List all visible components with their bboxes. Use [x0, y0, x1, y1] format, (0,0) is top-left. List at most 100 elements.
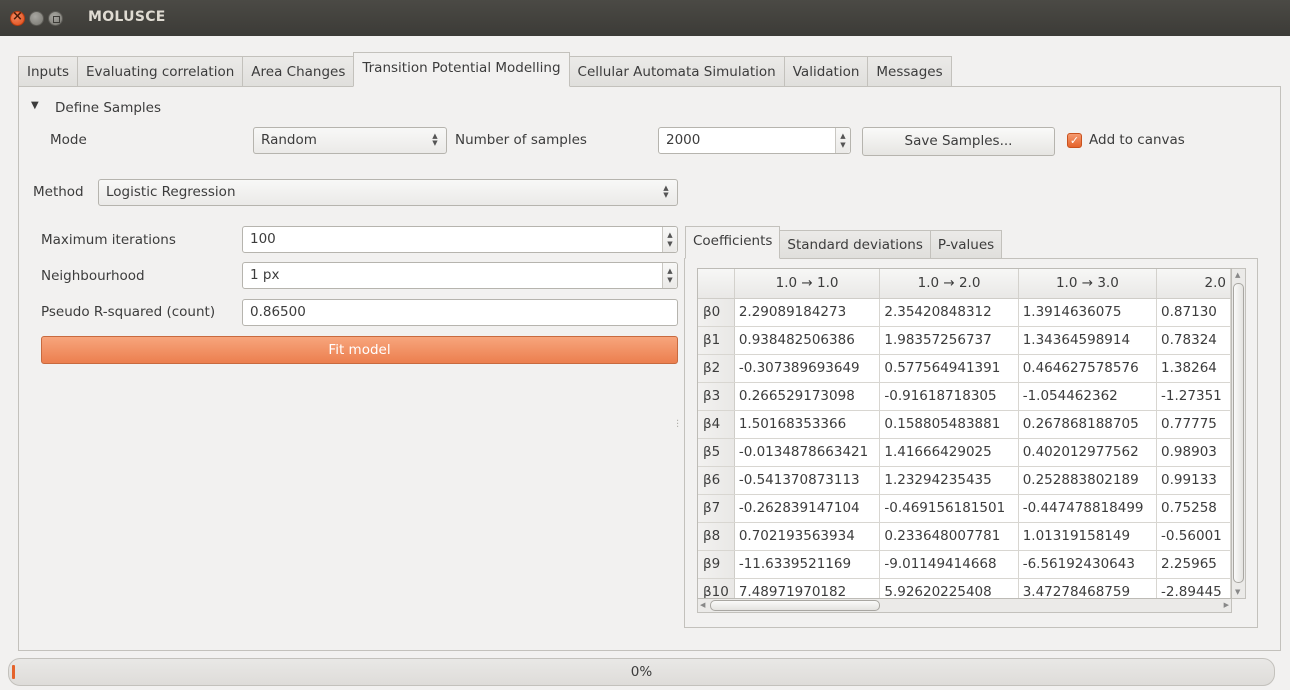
vertical-scroll-thumb[interactable] — [1233, 283, 1244, 583]
table-cell[interactable]: 2.35420848312 — [879, 298, 1019, 327]
table-cell[interactable]: 2.25965 — [1156, 550, 1231, 579]
tab-coefficients[interactable]: Coefficients — [685, 226, 781, 259]
table-row: β0 2.29089184273 2.35420848312 1.3914636… — [698, 298, 1231, 327]
table-cell[interactable]: 0.267868188705 — [1018, 410, 1158, 439]
pseudo-r-squared-field[interactable]: 0.86500 — [242, 299, 678, 326]
row-header[interactable]: β9 — [698, 550, 735, 579]
table-cell[interactable]: 0.78324 — [1156, 326, 1231, 355]
vertical-scrollbar[interactable]: ▲ ▼ — [1232, 268, 1246, 599]
number-of-samples-spinbox[interactable]: 2000 ▲ ▼ — [658, 127, 851, 154]
table-cell[interactable]: 0.77775 — [1156, 410, 1231, 439]
table-cell[interactable]: 0.99133 — [1156, 466, 1231, 495]
table-cell[interactable]: -0.56001 — [1156, 522, 1231, 551]
table-cell[interactable]: 0.98903 — [1156, 438, 1231, 467]
max-iterations-spinbox[interactable]: 100 ▲ ▼ — [242, 226, 678, 253]
table-cell[interactable]: 3.47278468759 — [1018, 578, 1158, 598]
table-cell[interactable]: -2.89445 — [1156, 578, 1231, 598]
table-cell[interactable]: 1.41666429025 — [879, 438, 1019, 467]
table-cell[interactable]: -0.307389693649 — [734, 354, 881, 383]
row-header[interactable]: β3 — [698, 382, 735, 411]
table-cell[interactable]: 1.38264 — [1156, 354, 1231, 383]
corner-header[interactable] — [698, 269, 735, 299]
table-cell[interactable]: -0.447478818499 — [1018, 494, 1158, 523]
row-header[interactable]: β6 — [698, 466, 735, 495]
scroll-down-icon[interactable]: ▼ — [1235, 588, 1240, 596]
row-header[interactable]: β2 — [698, 354, 735, 383]
table-cell[interactable]: 0.464627578576 — [1018, 354, 1158, 383]
table-cell[interactable]: -0.91618718305 — [879, 382, 1019, 411]
tab-evaluating-correlation[interactable]: Evaluating correlation — [77, 56, 243, 87]
table-cell[interactable]: 0.577564941391 — [879, 354, 1019, 383]
table-cell[interactable]: 5.92620225408 — [879, 578, 1019, 598]
column-header[interactable]: 1.0 → 1.0 — [734, 269, 881, 299]
table-cell[interactable]: 2.29089184273 — [734, 298, 881, 327]
table-cell[interactable]: -1.054462362 — [1018, 382, 1158, 411]
row-header[interactable]: β5 — [698, 438, 735, 467]
tab-validation[interactable]: Validation — [783, 56, 868, 87]
table-cell[interactable]: -1.27351 — [1156, 382, 1231, 411]
table-cell[interactable]: -6.56192430643 — [1018, 550, 1158, 579]
result-tab-bar: Coefficients Standard deviations P-value… — [685, 226, 1003, 259]
row-header[interactable]: β7 — [698, 494, 735, 523]
table-cell[interactable]: -0.469156181501 — [879, 494, 1019, 523]
row-header[interactable]: β10 — [698, 578, 735, 598]
collapse-triangle-icon[interactable]: ▼ — [31, 100, 39, 111]
scroll-right-icon[interactable]: ▶ — [1224, 601, 1229, 609]
table-cell[interactable]: -11.6339521169 — [734, 550, 881, 579]
define-samples-header[interactable]: Define Samples — [55, 100, 161, 116]
tab-inputs[interactable]: Inputs — [18, 56, 77, 87]
tab-messages[interactable]: Messages — [867, 56, 952, 87]
scroll-up-icon[interactable]: ▲ — [1235, 271, 1240, 279]
row-header[interactable]: β0 — [698, 298, 735, 327]
table-cell[interactable]: 1.50168353366 — [734, 410, 881, 439]
table-cell[interactable]: 1.01319158149 — [1018, 522, 1158, 551]
table-cell[interactable]: 0.158805483881 — [879, 410, 1019, 439]
method-select[interactable]: Logistic Regression ▲ ▼ — [98, 179, 678, 206]
spin-arrows-icon[interactable]: ▲ ▼ — [662, 227, 677, 252]
spin-arrows-icon[interactable]: ▲ ▼ — [835, 128, 850, 153]
table-cell[interactable]: 1.98357256737 — [879, 326, 1019, 355]
table-cell[interactable]: -9.01149414668 — [879, 550, 1019, 579]
tab-area-changes[interactable]: Area Changes — [242, 56, 354, 87]
table-cell[interactable]: 0.252883802189 — [1018, 466, 1158, 495]
table-cell[interactable]: 1.3914636075 — [1018, 298, 1158, 327]
horizontal-scrollbar[interactable]: ◀ ▶ — [697, 599, 1232, 613]
table-cell[interactable]: 0.266529173098 — [734, 382, 881, 411]
table-cell[interactable]: -0.0134878663421 — [734, 438, 881, 467]
row-header[interactable]: β8 — [698, 522, 735, 551]
add-to-canvas-checkbox[interactable]: ✓ — [1067, 133, 1082, 148]
minimize-window-button[interactable] — [29, 11, 44, 26]
table-cell[interactable]: 0.402012977562 — [1018, 438, 1158, 467]
tab-p-values[interactable]: P-values — [929, 230, 1003, 259]
splitter-handle[interactable]: · · · — [676, 417, 679, 433]
spin-arrows-icon[interactable]: ▲ ▼ — [662, 263, 677, 288]
table-cell[interactable]: 7.48971970182 — [734, 578, 881, 598]
table-cell[interactable]: -0.541370873113 — [734, 466, 881, 495]
scroll-left-icon[interactable]: ◀ — [700, 601, 705, 609]
table-cell[interactable]: -0.262839147104 — [734, 494, 881, 523]
fit-model-button[interactable]: Fit model — [41, 336, 678, 364]
neighbourhood-value: 1 px — [250, 267, 280, 283]
table-cell[interactable]: 1.34364598914 — [1018, 326, 1158, 355]
neighbourhood-spinbox[interactable]: 1 px ▲ ▼ — [242, 262, 678, 289]
column-header[interactable]: 2.0 — [1156, 269, 1231, 299]
column-header[interactable]: 1.0 → 3.0 — [1018, 269, 1158, 299]
column-header[interactable]: 1.0 → 2.0 — [879, 269, 1019, 299]
close-window-button[interactable] — [10, 9, 25, 26]
tab-cellular-automata-simulation[interactable]: Cellular Automata Simulation — [569, 56, 784, 87]
row-header[interactable]: β4 — [698, 410, 735, 439]
row-header[interactable]: β1 — [698, 326, 735, 355]
table-cell[interactable]: 0.702193563934 — [734, 522, 881, 551]
tab-standard-deviations[interactable]: Standard deviations — [780, 230, 930, 259]
table-cell[interactable]: 0.87130 — [1156, 298, 1231, 327]
table-cell[interactable]: 1.23294235435 — [879, 466, 1019, 495]
table-cell[interactable]: 0.233648007781 — [879, 522, 1019, 551]
progress-bar: 0% — [8, 658, 1275, 686]
maximize-window-button[interactable] — [48, 11, 63, 26]
mode-select[interactable]: Random ▲ ▼ — [253, 127, 447, 154]
table-cell[interactable]: 0.938482506386 — [734, 326, 881, 355]
horizontal-scroll-thumb[interactable] — [710, 600, 880, 611]
save-samples-button[interactable]: Save Samples... — [862, 127, 1055, 156]
tab-transition-potential-modelling[interactable]: Transition Potential Modelling — [353, 52, 570, 87]
table-cell[interactable]: 0.75258 — [1156, 494, 1231, 523]
